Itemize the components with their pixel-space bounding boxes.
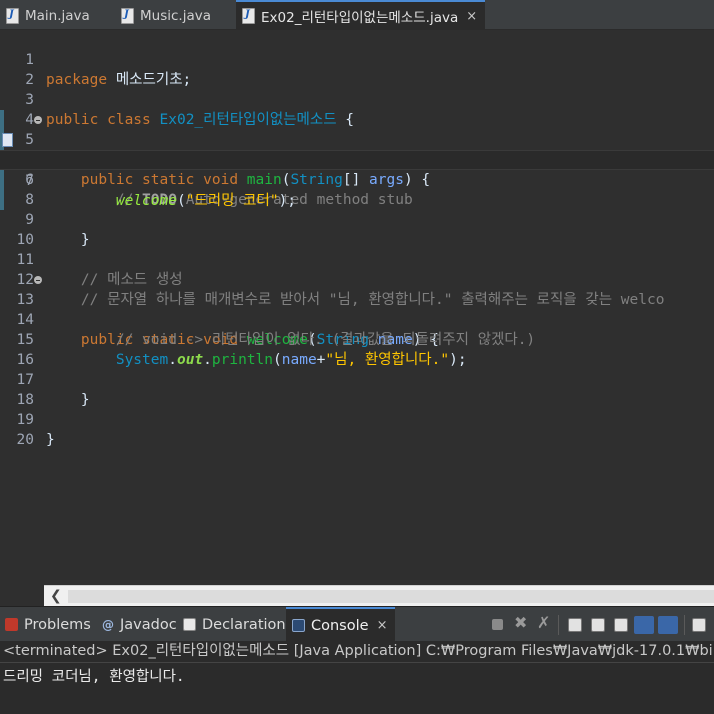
java-file-icon xyxy=(6,8,19,24)
code-line: 8 xyxy=(0,170,714,208)
task-marker-icon[interactable] xyxy=(2,133,13,147)
close-icon[interactable]: × xyxy=(466,9,477,24)
code-line-current: 7 welcome("드리밍 코더"); xyxy=(0,150,714,209)
word-wrap-icon[interactable] xyxy=(614,618,628,632)
problems-icon xyxy=(5,618,18,631)
code-line: 6 // TODO Auto-generated method stub xyxy=(0,130,714,208)
tab-label: Console xyxy=(311,617,369,634)
terminate-icon[interactable] xyxy=(492,619,503,630)
display-selected-console-icon[interactable] xyxy=(658,616,678,634)
tab-label: Javadoc xyxy=(120,616,177,633)
open-console-icon[interactable] xyxy=(692,618,706,632)
code-line: 20 xyxy=(0,410,714,448)
code-line: 2 xyxy=(0,50,714,88)
fold-toggle-icon[interactable] xyxy=(34,116,42,124)
tab-problems[interactable]: Problems xyxy=(5,607,91,642)
code-line: 13 public static void welcome(String nam… xyxy=(0,270,714,348)
editor-tab-bar: Main.java Music.java Ex02_리턴타입이없는메소드.jav… xyxy=(0,0,714,30)
tab-label: Declaration xyxy=(202,616,286,633)
tab-main-java[interactable]: Main.java xyxy=(6,2,90,30)
code-line: 10 xyxy=(0,210,714,248)
close-icon[interactable]: × xyxy=(377,618,388,633)
javadoc-icon: @ xyxy=(102,617,114,632)
code-line: 3 public class Ex02_리턴타입이없는메소드 { xyxy=(0,70,714,128)
code-line: 11 // 메소드 생성 xyxy=(0,230,714,288)
tab-ex02-java[interactable]: Ex02_리턴타입이없는메소드.java × xyxy=(236,0,486,30)
code-line: 18 xyxy=(0,370,714,408)
fold-toggle-icon[interactable] xyxy=(34,276,42,284)
clear-console-icon[interactable] xyxy=(568,618,582,632)
tab-console[interactable]: Console × xyxy=(286,607,396,642)
console-status: <terminated> Ex02_리턴타입이없는메소드 [Java Appli… xyxy=(0,641,714,663)
remove-launch-icon[interactable]: ✖ xyxy=(514,613,528,632)
code-line: 1 package 메소드기초; xyxy=(0,30,714,88)
tab-declaration[interactable]: Declaration xyxy=(183,607,286,642)
scroll-lock-icon[interactable] xyxy=(591,618,605,632)
code-line: 19 } xyxy=(0,390,714,448)
java-file-icon xyxy=(121,8,134,24)
console-output: 드리밍 코더님, 환영합니다. xyxy=(3,669,185,685)
console-icon xyxy=(292,619,305,632)
tab-label: Main.java xyxy=(25,8,90,24)
code-line: 12 // 문자열 하나를 매개변수로 받아서 "님, 환영합니다." 출력해주… xyxy=(0,250,714,308)
code-line: 9 } xyxy=(0,190,714,248)
gutter-spacer xyxy=(0,585,44,606)
code-line: 14 // void -> 리턴타입이 없다. (결과값을 되돌려주지 않겠다.… xyxy=(0,290,714,348)
tab-music-java[interactable]: Music.java xyxy=(121,2,211,30)
tab-label: Ex02_리턴타입이없는메소드.java xyxy=(261,10,459,26)
pin-console-icon[interactable] xyxy=(634,616,654,634)
scrollbar-thumb[interactable] xyxy=(68,590,714,603)
remove-all-terminated-icon[interactable]: ✗ xyxy=(537,613,551,632)
code-line: 16 xyxy=(0,330,714,368)
declaration-icon xyxy=(183,618,196,631)
horizontal-scrollbar[interactable]: ❮ xyxy=(44,585,714,606)
scroll-left-icon[interactable]: ❮ xyxy=(50,588,62,604)
code-line: 4 xyxy=(0,90,714,128)
tab-label: Music.java xyxy=(140,8,211,24)
tab-label: Problems xyxy=(24,616,91,633)
code-editor[interactable]: 1 package 메소드기초; 2 3 public class Ex02_리… xyxy=(0,30,714,585)
console-output-area[interactable]: 드리밍 코더님, 환영합니다. xyxy=(0,663,714,714)
code-line: 15 System.out.println(name+"님, 환영합니다."); xyxy=(0,310,714,368)
code-line: 5 public static void main(String[] args)… xyxy=(0,110,714,188)
bottom-panel-tab-bar: Problems @ Javadoc Declaration Console ×… xyxy=(0,606,714,642)
java-file-icon xyxy=(242,8,255,24)
line-number: 20 xyxy=(16,432,34,448)
tab-javadoc[interactable]: @ Javadoc xyxy=(102,607,177,642)
code-line: 17 } xyxy=(0,350,714,408)
